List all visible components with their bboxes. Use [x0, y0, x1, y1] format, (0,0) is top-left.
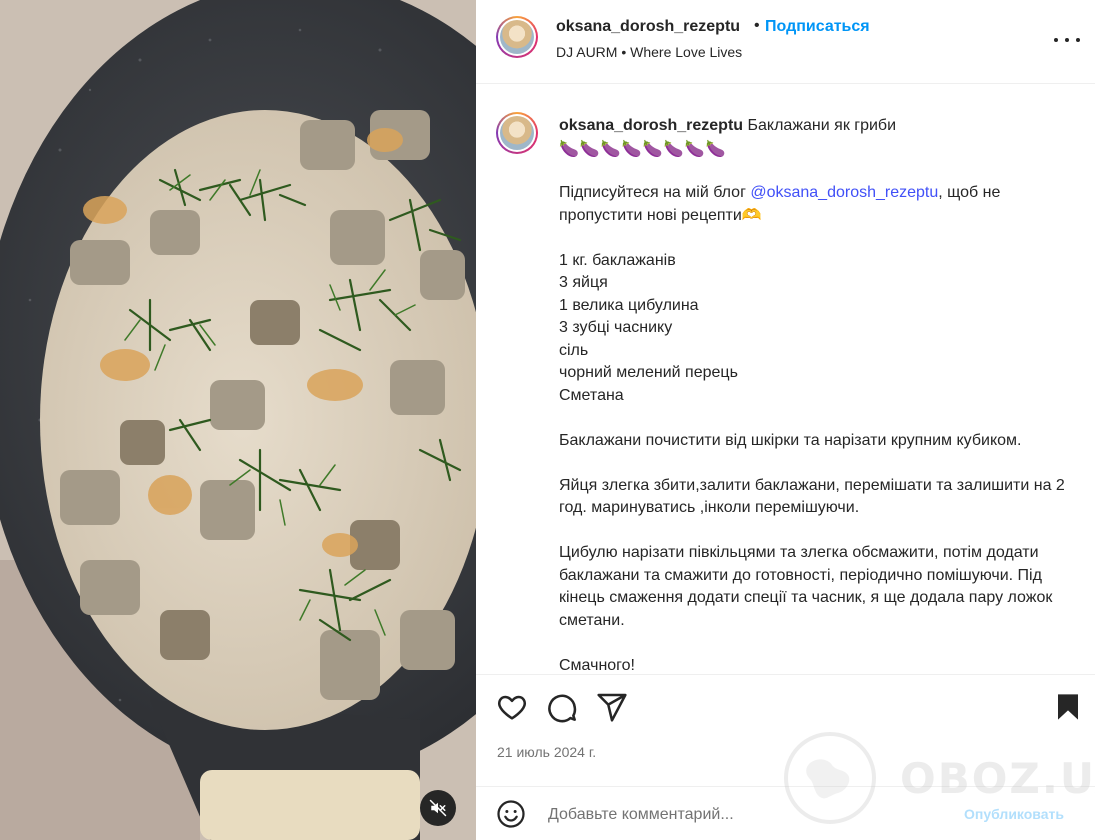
smiley-icon: [497, 800, 525, 828]
share-icon: [597, 693, 627, 722]
heart-icon: [498, 695, 526, 720]
recipe-step-1: Баклажани почистити від шкірки та наріза…: [559, 431, 1022, 449]
caption-avatar[interactable]: [496, 112, 538, 154]
caption-username[interactable]: oksana_dorosh_rezeptu: [559, 117, 743, 134]
speaker-muted-icon: [429, 799, 447, 817]
emoji-button[interactable]: [496, 799, 526, 829]
eggplant-emojis: 🍆🍆🍆🍆🍆🍆🍆🍆: [559, 141, 727, 158]
comment-input[interactable]: [546, 801, 950, 829]
caption-title: Баклажани як гриби: [747, 117, 897, 134]
caption-first-line: oksana_dorosh_rezeptu Баклажани як гриби: [559, 117, 896, 135]
ingredient-item: 1 кг. баклажанів: [559, 251, 676, 269]
caption-body: Підписуйтеся на мій блог @oksana_dorosh_…: [559, 182, 1079, 674]
more-options-icon[interactable]: [1054, 30, 1080, 50]
separator-dot: •: [754, 17, 760, 34]
comment-button[interactable]: [546, 691, 578, 723]
mute-button[interactable]: [420, 790, 456, 826]
bookmark-icon: [1058, 694, 1078, 720]
audio-track[interactable]: DJ AURM • Where Love Lives: [556, 44, 742, 60]
avatar[interactable]: [496, 16, 538, 58]
share-button[interactable]: [596, 691, 628, 723]
post-header: oksana_dorosh_rezeptu • Подписаться DJ A…: [476, 0, 1095, 84]
ingredient-item: чорний мелений перець: [559, 364, 738, 381]
post-details-panel: oksana_dorosh_rezeptu • Подписаться DJ A…: [476, 0, 1095, 840]
ingredient-item: Сметана: [559, 386, 624, 404]
follow-button[interactable]: Подписаться: [765, 18, 870, 36]
publish-button[interactable]: Опубликовать: [964, 806, 1064, 822]
ingredient-item: 3 яйця: [559, 274, 608, 291]
post-photo: [0, 0, 476, 840]
post-date[interactable]: 21 июль 2024 г.: [497, 744, 596, 760]
post-caption: oksana_dorosh_rezeptu Баклажани як гриби…: [476, 84, 1095, 674]
comment-icon: [548, 694, 577, 723]
post-media[interactable]: [0, 0, 476, 840]
author-username[interactable]: oksana_dorosh_rezeptu: [556, 18, 740, 36]
like-button[interactable]: [496, 691, 528, 723]
recipe-closing: Смачного!: [559, 656, 635, 674]
caption-intro: Підписуйтеся на мій блог @oksana_dorosh_…: [559, 184, 1001, 224]
ingredient-item: сіль: [559, 341, 589, 359]
action-bar: [476, 674, 1095, 734]
recipe-step-3: Цибулю нарізати півкільцями та злегка об…: [559, 544, 1053, 629]
save-button[interactable]: [1052, 691, 1084, 723]
ingredient-item: 1 велика цибулина: [559, 296, 699, 314]
mention-link[interactable]: @oksana_dorosh_rezeptu: [750, 184, 938, 201]
comment-bar: Опубликовать: [476, 786, 1095, 840]
ingredient-item: 3 зубці часнику: [559, 319, 673, 336]
recipe-step-2: Яйця злегка збити,залити баклажани, пере…: [559, 476, 1065, 517]
